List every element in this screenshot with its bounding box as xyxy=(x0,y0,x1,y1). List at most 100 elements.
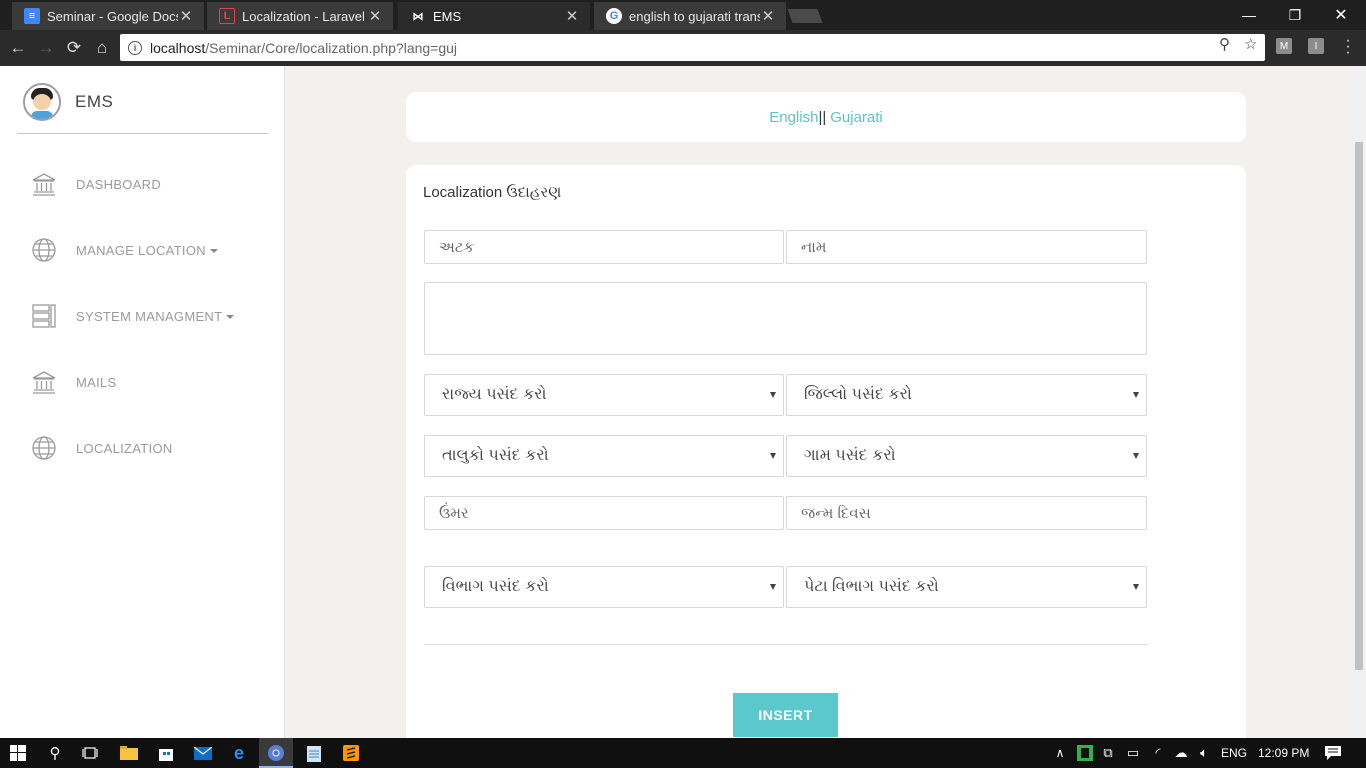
sublime-text-icon[interactable] xyxy=(341,743,361,763)
chrome-icon[interactable] xyxy=(266,743,286,763)
department-select-value: વિભાગ પસંદ કરો xyxy=(442,578,549,595)
tab-laravel[interactable]: L Localization - Laravel - Th ✕ xyxy=(207,2,393,30)
bookmark-star-icon[interactable]: ☆ xyxy=(1244,35,1257,53)
divider xyxy=(17,133,268,134)
close-tab-icon[interactable]: ✕ xyxy=(367,7,383,25)
avatar xyxy=(23,83,61,121)
wifi-icon[interactable]: ◜ xyxy=(1148,743,1168,763)
page-scrollbar[interactable] xyxy=(1351,66,1366,738)
sidebar-item-label: DASHBOARD xyxy=(76,176,162,192)
sidebar-item-localization[interactable]: LOCALIZATION xyxy=(30,434,173,462)
name-placeholder: નામ xyxy=(801,238,827,256)
zoom-icon[interactable]: ⚲ xyxy=(1219,35,1230,53)
tray-app-icon[interactable] xyxy=(1075,743,1095,763)
url-host: localhost xyxy=(150,39,206,56)
windows-start-icon[interactable] xyxy=(8,743,28,763)
clock[interactable]: 12:09 PM xyxy=(1258,746,1309,760)
caret-down-icon xyxy=(209,249,218,254)
info-icon[interactable]: i xyxy=(128,40,142,55)
sidebar-item-mails[interactable]: MAILS xyxy=(30,368,117,396)
insert-button[interactable]: INSERT xyxy=(733,693,838,737)
sidebar-item-text: MANAGE LOCATION xyxy=(76,242,206,258)
state-select-value: રાજ્ય પસંદ કરો xyxy=(442,386,547,403)
sidebar-item-manage-location[interactable]: MANAGE LOCATION xyxy=(30,236,218,264)
close-tab-icon[interactable]: ✕ xyxy=(564,7,580,25)
search-icon[interactable]: ⚲ xyxy=(45,743,65,763)
taluka-select[interactable]: તાલુકો પસંદ કરો xyxy=(424,435,784,477)
battery-icon[interactable]: ▭ xyxy=(1123,743,1143,763)
extension-i-icon[interactable]: I xyxy=(1308,38,1324,54)
close-tab-icon[interactable]: ✕ xyxy=(760,7,776,25)
address-bar[interactable]: i localhost/Seminar/Core/localization.ph… xyxy=(120,34,1265,61)
minimize-icon[interactable]: — xyxy=(1226,0,1272,30)
birthday-input[interactable]: જન્મ દિવસ xyxy=(786,496,1147,530)
close-tab-icon[interactable]: ✕ xyxy=(178,7,194,25)
village-select[interactable]: ગામ પસંદ કરો xyxy=(786,435,1147,477)
url-text: localhost/Seminar/Core/localization.php?… xyxy=(150,40,457,56)
tab-title: Localization - Laravel - Th xyxy=(242,8,367,24)
surname-input[interactable]: અટક xyxy=(424,230,784,264)
language-separator: || xyxy=(818,108,827,126)
extension-m-icon[interactable]: M xyxy=(1276,38,1292,54)
scrollbar-thumb[interactable] xyxy=(1355,142,1363,670)
task-view-icon[interactable] xyxy=(80,743,100,763)
chrome-menu-icon[interactable]: · · · xyxy=(1343,33,1353,61)
google-icon: G xyxy=(606,8,622,24)
brand[interactable]: EMS xyxy=(23,83,113,121)
globe-icon xyxy=(30,236,58,264)
back-icon[interactable]: ← xyxy=(5,35,31,61)
bow-tie-icon: ⋈ xyxy=(412,10,424,23)
close-window-icon[interactable]: ✕ xyxy=(1318,0,1364,30)
browser-toolbar: ← → ⟳ ⌂ i localhost/Seminar/Core/localiz… xyxy=(0,30,1366,66)
name-input[interactable]: નામ xyxy=(786,230,1147,264)
new-tab-button[interactable] xyxy=(787,9,823,23)
department-select[interactable]: વિભાગ પસંદ કરો xyxy=(424,566,784,608)
cloud-icon[interactable]: ☁ xyxy=(1171,743,1191,763)
chevron-down-icon xyxy=(1133,584,1139,590)
sidebar-item-label: MANAGE LOCATION xyxy=(76,243,218,258)
home-icon[interactable]: ⌂ xyxy=(89,35,115,61)
show-hidden-icons-chevron[interactable]: ∧ xyxy=(1050,743,1070,763)
notepad-icon[interactable] xyxy=(304,743,324,763)
input-language-indicator[interactable]: ENG xyxy=(1221,746,1247,760)
district-select[interactable]: જિલ્લો પસંદ કરો xyxy=(786,374,1147,416)
state-select[interactable]: રાજ્ય પસંદ કરો xyxy=(424,374,784,416)
age-placeholder: ઉંમર xyxy=(439,504,469,522)
english-link[interactable]: English xyxy=(769,109,818,126)
store-icon[interactable] xyxy=(156,743,176,763)
restore-icon[interactable]: ❐ xyxy=(1272,0,1318,30)
tab-title: english to gujarati transla xyxy=(629,8,760,24)
chevron-down-icon xyxy=(770,392,776,398)
tab-title: EMS xyxy=(433,8,462,24)
tab-title: Seminar - Google Docs xyxy=(47,8,178,24)
file-explorer-icon[interactable] xyxy=(119,743,139,763)
chevron-down-icon xyxy=(1133,392,1139,398)
sidebar-item-system-management[interactable]: SYSTEM MANAGMENT xyxy=(30,302,235,330)
action-center-icon[interactable] xyxy=(1323,743,1343,763)
google-docs-icon: ≡ xyxy=(24,8,40,24)
volume-icon[interactable]: 🔈︎ xyxy=(1194,743,1214,763)
reload-icon[interactable]: ⟳ xyxy=(61,35,87,61)
gujarati-link[interactable]: Gujarati xyxy=(830,109,883,126)
tab-google-docs[interactable]: ≡ Seminar - Google Docs ✕ xyxy=(12,2,204,30)
bank-icon xyxy=(30,368,58,396)
brand-name: EMS xyxy=(75,92,114,111)
surname-placeholder: અટક xyxy=(439,238,475,256)
sidebar-item-dashboard[interactable]: DASHBOARD xyxy=(30,170,161,198)
language-switcher: English || Gujarati xyxy=(406,92,1246,142)
edge-icon[interactable]: e xyxy=(229,743,249,763)
network-settings-icon[interactable]: ⧉ xyxy=(1098,743,1118,763)
mail-icon[interactable] xyxy=(193,743,213,763)
server-icon xyxy=(30,302,58,330)
windows-taskbar: ⚲ e ∧ ⧉ ▭ ◜ ☁ 🔈︎ ENG 12:09 PM xyxy=(0,738,1366,768)
taluka-select-value: તાલુકો પસંદ કરો xyxy=(442,447,549,464)
tab-google-translate[interactable]: G english to gujarati transla ✕ xyxy=(594,2,786,30)
sidebar-item-label: LOCALIZATION xyxy=(76,440,173,456)
subdepartment-select[interactable]: પેટા વિભાગ પસંદ કરો xyxy=(786,566,1147,608)
age-input[interactable]: ઉંમર xyxy=(424,496,784,530)
address-textarea[interactable] xyxy=(424,282,1147,355)
forward-icon[interactable]: → xyxy=(33,35,59,61)
laravel-icon: L xyxy=(219,8,235,24)
caret-down-icon xyxy=(226,315,235,320)
tab-ems[interactable]: ⋈ EMS ✕ xyxy=(398,2,590,30)
